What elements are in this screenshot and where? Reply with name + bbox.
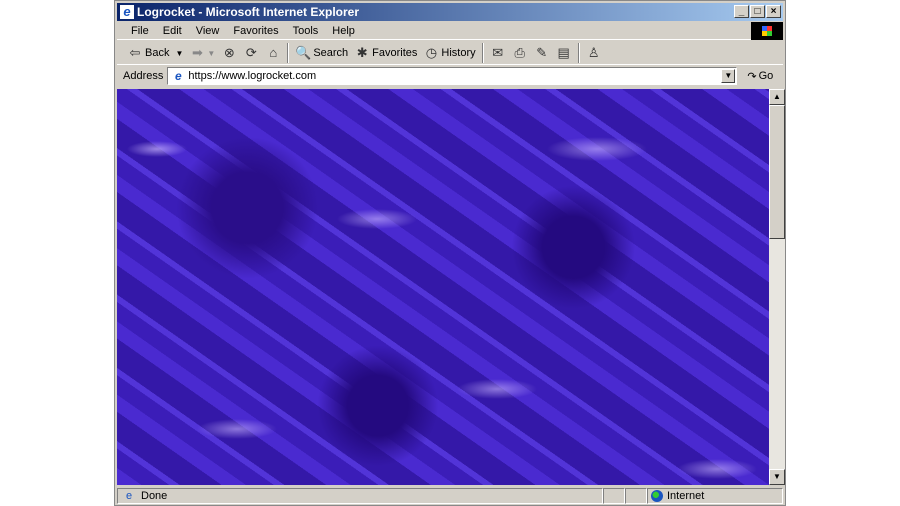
favorites-button[interactable]: ✱ Favorites: [354, 43, 418, 63]
go-arrow-icon: ↷: [747, 70, 757, 83]
page-done-icon: e: [125, 490, 133, 502]
forward-dropdown-icon: ▼: [207, 48, 216, 58]
menu-file[interactable]: File: [131, 25, 149, 37]
search-icon: 🔍: [295, 45, 312, 60]
address-dropdown[interactable]: ▼: [721, 69, 736, 83]
menu-edit[interactable]: Edit: [163, 25, 182, 37]
status-cell: [625, 488, 647, 504]
address-label: Address: [123, 70, 164, 82]
scroll-thumb[interactable]: [769, 105, 785, 239]
title-bar: e Logrocket - Microsoft Internet Explore…: [117, 3, 783, 21]
forward-arrow-icon: ➡: [191, 45, 203, 60]
menu-view[interactable]: View: [196, 25, 220, 37]
mail-icon[interactable]: ✉: [490, 45, 506, 61]
menu-bar: File Edit View Favorites Tools Help: [117, 22, 783, 40]
print-icon[interactable]: ⎙: [512, 45, 528, 61]
browser-window: e Logrocket - Microsoft Internet Explore…: [114, 0, 786, 506]
scroll-up-button[interactable]: ▲: [769, 89, 785, 105]
status-cell: [603, 488, 625, 504]
page-icon: e: [171, 69, 186, 83]
globe-icon: [651, 490, 663, 502]
messenger-icon[interactable]: ♙: [586, 45, 602, 61]
back-button[interactable]: ⇦ Back ▼: [127, 43, 184, 63]
menu-tools[interactable]: Tools: [293, 25, 319, 37]
address-url[interactable]: https://www.logrocket.com: [188, 70, 316, 82]
stop-icon[interactable]: ⊗: [221, 45, 237, 61]
scroll-down-button[interactable]: ▼: [769, 469, 785, 485]
menu-favorites[interactable]: Favorites: [233, 25, 278, 37]
minimize-button[interactable]: _: [734, 5, 749, 18]
discuss-icon[interactable]: ▤: [556, 45, 572, 61]
page-content-background: [117, 89, 769, 485]
back-dropdown-icon[interactable]: ▼: [175, 49, 183, 58]
maximize-button[interactable]: □: [750, 5, 765, 18]
address-input[interactable]: e https://www.logrocket.com ▼: [167, 67, 738, 85]
vertical-scrollbar[interactable]: ▲ ▼: [769, 89, 785, 485]
go-button[interactable]: ↷ Go: [747, 70, 773, 83]
search-button[interactable]: 🔍 Search: [295, 43, 348, 63]
favorites-icon: ✱: [356, 45, 368, 60]
status-text-cell: e Done: [117, 488, 603, 504]
menu-help[interactable]: Help: [332, 25, 355, 37]
separator: [287, 43, 290, 63]
separator: [481, 43, 484, 63]
forward-button[interactable]: ➡ ▼: [189, 43, 215, 63]
home-icon[interactable]: ⌂: [265, 45, 281, 61]
separator: [577, 43, 580, 63]
ie-icon: e: [120, 5, 134, 19]
windows-logo: [751, 22, 783, 40]
history-icon: ◷: [425, 45, 438, 60]
refresh-icon[interactable]: ⟳: [243, 45, 259, 61]
close-button[interactable]: ×: [766, 5, 781, 18]
edit-icon[interactable]: ✎: [534, 45, 550, 61]
toolbar: ⇦ Back ▼ ➡ ▼ ⊗ ⟳ ⌂ 🔍 Search ✱ Favorites ◷ Hist…: [117, 42, 783, 65]
history-button[interactable]: ◷ History: [423, 43, 476, 63]
security-zone: Internet: [647, 488, 783, 504]
address-bar: Address e https://www.logrocket.com ▼ ↷ G…: [117, 66, 783, 86]
back-arrow-icon: ⇦: [129, 45, 141, 60]
window-title: Logrocket - Microsoft Internet Explorer: [137, 5, 360, 19]
status-bar: e Done Internet: [117, 487, 783, 505]
